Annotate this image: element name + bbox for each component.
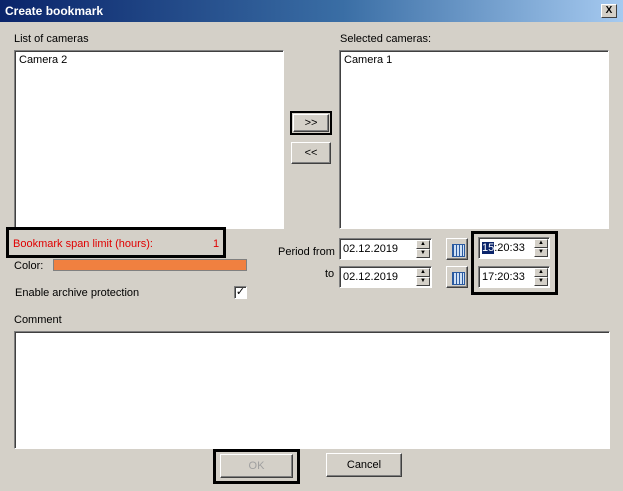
- spin-up-icon[interactable]: ▲: [416, 240, 430, 249]
- spin-down-icon[interactable]: ▼: [534, 277, 548, 286]
- period-from-label: Period from: [278, 246, 335, 258]
- calendar-icon: [452, 244, 465, 257]
- remove-camera-button[interactable]: <<: [291, 142, 331, 164]
- list-of-cameras-label: List of cameras: [14, 33, 89, 45]
- from-date-field[interactable]: 02.12.2019 ▲ ▼: [339, 238, 432, 260]
- close-button[interactable]: X: [601, 4, 617, 18]
- span-limit-label: Bookmark span limit (hours):: [13, 238, 153, 250]
- window-title: Create bookmark: [5, 4, 104, 18]
- from-time-field[interactable]: 15:20:33 ▲ ▼: [478, 237, 550, 259]
- from-date-stepper[interactable]: ▲ ▼: [416, 240, 430, 258]
- color-label: Color:: [14, 260, 44, 272]
- comment-textarea[interactable]: [14, 331, 610, 449]
- period-to-label: to: [325, 268, 335, 280]
- ok-button[interactable]: OK: [220, 454, 293, 478]
- check-icon: ✓: [235, 286, 246, 298]
- list-item[interactable]: Camera 1: [344, 54, 392, 66]
- spin-down-icon[interactable]: ▼: [416, 277, 430, 286]
- from-time-stepper[interactable]: ▲ ▼: [534, 239, 548, 257]
- add-camera-button[interactable]: >>: [293, 114, 329, 132]
- list-item[interactable]: Camera 2: [19, 54, 67, 66]
- to-date-stepper[interactable]: ▲ ▼: [416, 268, 430, 286]
- to-date-value: 02.12.2019: [343, 271, 399, 283]
- calendar-icon: [452, 272, 465, 285]
- selected-cameras-label: Selected cameras:: [340, 33, 432, 45]
- spin-down-icon[interactable]: ▼: [534, 248, 548, 257]
- spin-up-icon[interactable]: ▲: [416, 268, 430, 277]
- from-time-hour-selected: 15: [482, 242, 495, 254]
- from-calendar-button[interactable]: [446, 238, 468, 260]
- archive-protection-label: Enable archive protection: [15, 287, 140, 299]
- archive-protection-checkbox[interactable]: ✓: [234, 286, 247, 299]
- to-time-field[interactable]: 17:20:33 ▲ ▼: [478, 266, 550, 288]
- to-calendar-button[interactable]: [446, 266, 468, 288]
- title-bar: Create bookmark X: [0, 0, 623, 22]
- selected-camera-list[interactable]: Camera 1: [339, 50, 609, 229]
- to-time-stepper[interactable]: ▲ ▼: [534, 268, 548, 286]
- spin-up-icon[interactable]: ▲: [534, 268, 548, 277]
- comment-label: Comment: [14, 314, 62, 326]
- to-date-field[interactable]: 02.12.2019 ▲ ▼: [339, 266, 432, 288]
- span-limit-value[interactable]: 1: [213, 238, 219, 250]
- camera-list[interactable]: Camera 2: [14, 50, 284, 229]
- spin-up-icon[interactable]: ▲: [534, 239, 548, 248]
- from-time-rest: :20:33: [494, 242, 525, 254]
- cancel-button[interactable]: Cancel: [326, 453, 402, 477]
- to-time-value: 17:20:33: [482, 271, 525, 283]
- from-date-value: 02.12.2019: [343, 243, 399, 255]
- close-icon: X: [605, 5, 613, 16]
- color-swatch[interactable]: [53, 259, 247, 271]
- spin-down-icon[interactable]: ▼: [416, 249, 430, 258]
